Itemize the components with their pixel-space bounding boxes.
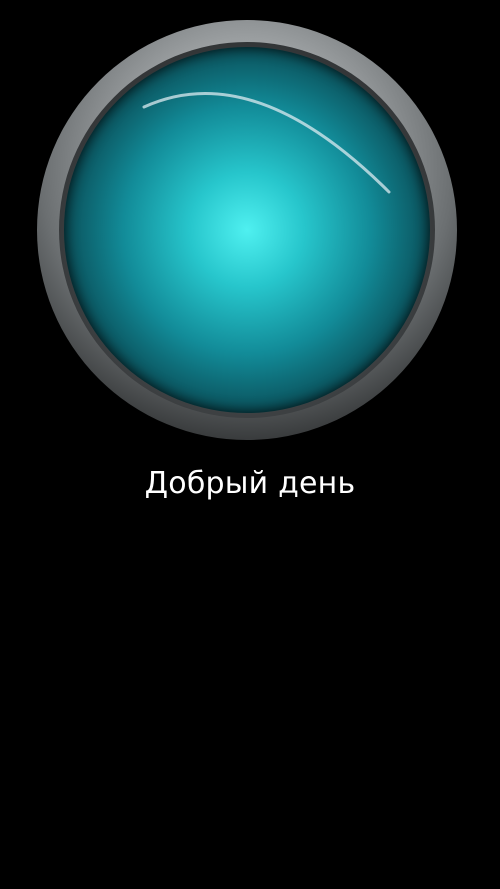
- orb-button[interactable]: [37, 20, 457, 440]
- greeting-text: Добрый день: [144, 466, 356, 501]
- orb-highlight-icon: [142, 91, 391, 194]
- orb-lens: [64, 47, 430, 413]
